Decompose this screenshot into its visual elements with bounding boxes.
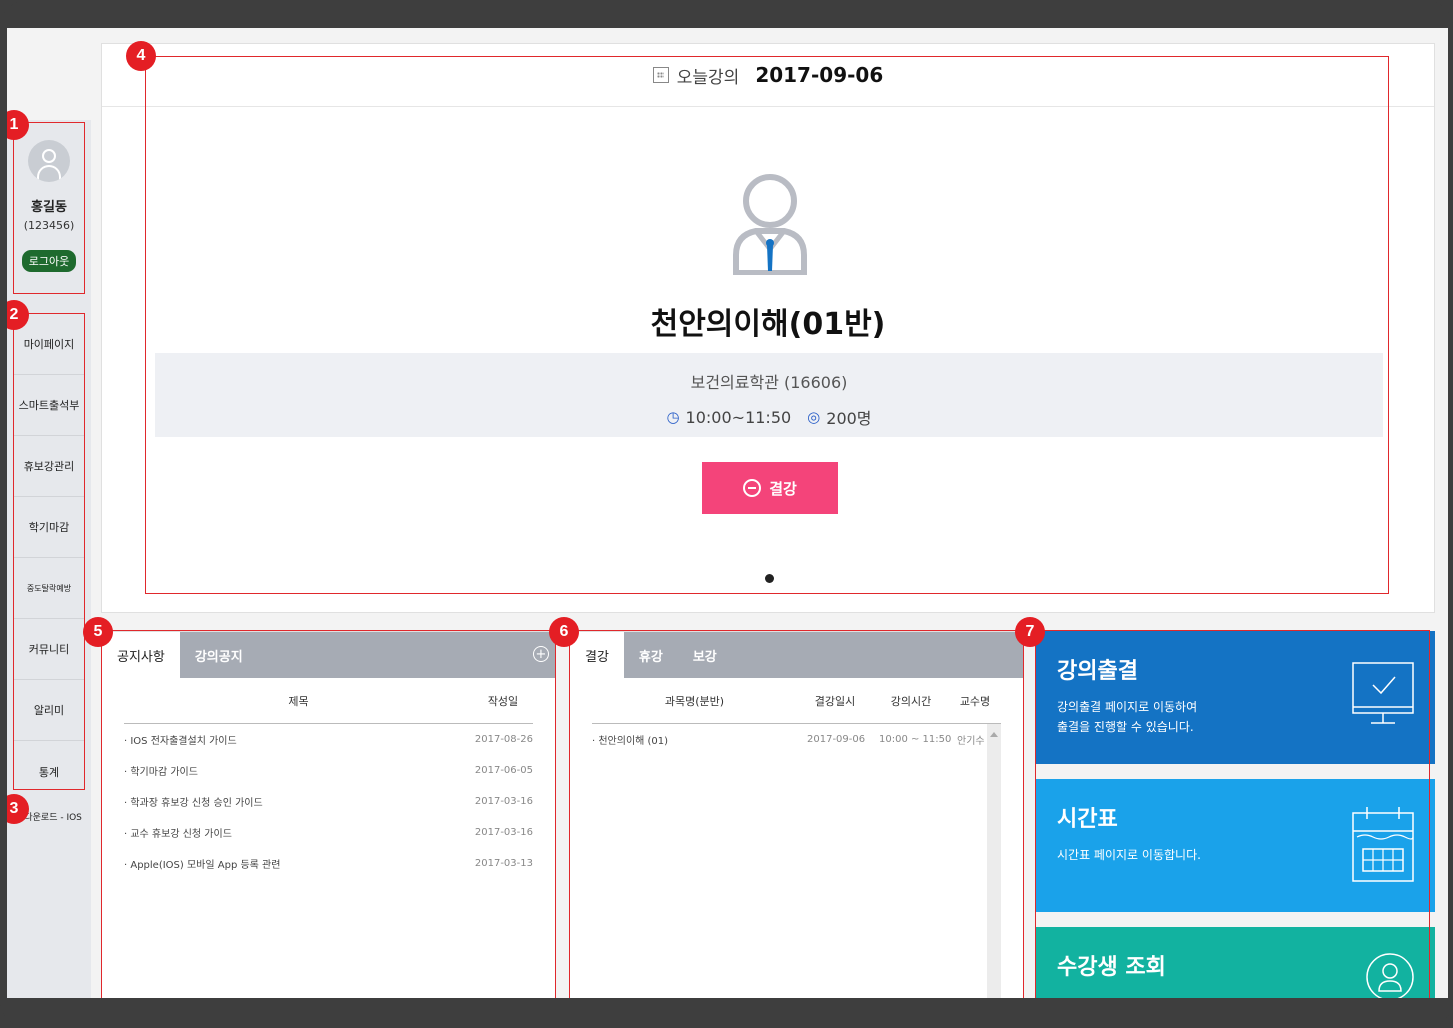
notice-tabbar: 공지사항 강의공지 + bbox=[102, 632, 555, 678]
user-id: (123456) bbox=[23, 219, 75, 232]
notice-table-header: 제목 작성일 bbox=[124, 678, 533, 724]
avatar-icon bbox=[28, 140, 70, 182]
tile-timetable[interactable]: 시간표 시간표 페이지로 이동합니다. bbox=[1035, 779, 1435, 912]
table-row[interactable]: · 교수 휴보강 신청 가이드 2017-03-16 bbox=[124, 817, 533, 848]
cancel-class-label: 결강 bbox=[769, 479, 797, 498]
today-lecture-header: 오늘강의 2017-09-06 bbox=[102, 44, 1434, 107]
course-department: 보건의료학관 (16606) bbox=[690, 373, 848, 392]
annotation-badge-6: 6 bbox=[549, 617, 579, 647]
absence-scrollbar[interactable] bbox=[987, 724, 1001, 998]
today-lecture-date: 2017-09-06 bbox=[755, 63, 884, 87]
calendar-icon bbox=[1352, 807, 1414, 882]
notice-panel: 공지사항 강의공지 + 제목 작성일 · IOS 전자출결설치 가이드 2017… bbox=[101, 631, 556, 998]
tab-absence[interactable]: 결강 bbox=[570, 632, 624, 678]
table-row[interactable]: · IOS 전자출결설치 가이드 2017-08-26 bbox=[124, 724, 533, 755]
sidebar-item-class-cancel[interactable]: 휴보강관리 bbox=[13, 436, 85, 497]
column-course: 과목명(분반) bbox=[664, 694, 725, 708]
today-lecture-label: 오늘강의 bbox=[676, 67, 740, 88]
sidebar: 홍길동 (123456) 로그아웃 마이페이지 스마트출석부 휴보강관리 학기마… bbox=[7, 120, 91, 998]
carousel-dot[interactable] bbox=[765, 574, 774, 583]
sidebar-item-smart-attendance[interactable]: 스마트출석부 bbox=[13, 375, 85, 436]
absence-tabbar: 결강 휴강 보강 bbox=[570, 632, 1023, 678]
plus-circle-icon[interactable]: + bbox=[533, 646, 549, 662]
column-lecture-time: 강의시간 bbox=[890, 694, 932, 708]
today-lecture-panel: 오늘강의 2017-09-06 천안의이해(01반) 보건의료학관 (16606… bbox=[101, 43, 1435, 613]
app-window: 홍길동 (123456) 로그아웃 마이페이지 스마트출석부 휴보강관리 학기마… bbox=[7, 28, 1448, 998]
annotation-badge-5: 5 bbox=[83, 617, 113, 647]
tile-title: 수강생 조회 bbox=[1057, 955, 1166, 980]
column-professor: 교수명 bbox=[959, 694, 991, 708]
tab-holiday[interactable]: 휴강 bbox=[624, 632, 678, 678]
course-title: 천안의이해(01반) bbox=[650, 307, 886, 342]
sidebar-item-dropout-prevention[interactable]: 중도탈락예방 bbox=[13, 558, 85, 619]
course-meta: ◷ 10:00~11:50 ◎ 200명 bbox=[155, 405, 1383, 429]
tab-notice[interactable]: 공지사항 bbox=[102, 632, 180, 678]
annotation-badge-7: 7 bbox=[1015, 617, 1045, 647]
window-frame-top bbox=[0, 0, 1453, 28]
user-circle-icon bbox=[1366, 953, 1414, 998]
tile-students[interactable]: 수강생 조회 bbox=[1035, 927, 1435, 998]
window-frame-bottom bbox=[0, 998, 1453, 1028]
table-row[interactable]: · Apple(IOS) 모바일 App 등록 관련 2017-03-13 bbox=[124, 848, 533, 879]
quick-tiles: 강의출결 강의출결 페이지로 이동하여 출결을 진행할 수 있습니다. 시간표 … bbox=[1035, 631, 1435, 998]
absence-table-header: 과목명(분반) 결강일시 강의시간 교수명 bbox=[592, 678, 1001, 724]
logout-button[interactable]: 로그아웃 bbox=[21, 250, 77, 272]
column-date: 작성일 bbox=[487, 694, 519, 708]
course-time: 10:00~11:50 bbox=[685, 407, 792, 427]
course-students: 200명 bbox=[826, 409, 872, 428]
table-row[interactable]: · 학과장 휴보강 신청 승인 가이드 2017-03-16 bbox=[124, 786, 533, 817]
tab-lecture-notice[interactable]: 강의공지 bbox=[180, 632, 258, 678]
course-info: 보건의료학관 (16606) ◷ 10:00~11:50 ◎ 200명 bbox=[155, 353, 1383, 437]
tile-attendance[interactable]: 강의출결 강의출결 페이지로 이동하여 출결을 진행할 수 있습니다. bbox=[1035, 631, 1435, 764]
column-absence-date: 결강일시 bbox=[814, 694, 856, 708]
monitor-check-icon bbox=[1352, 662, 1414, 724]
cancel-class-button[interactable]: 결강 bbox=[702, 462, 838, 514]
profile-card: 홍길동 (123456) 로그아웃 bbox=[13, 124, 85, 294]
table-row[interactable]: · 학기마감 가이드 2017-06-05 bbox=[124, 755, 533, 786]
sidebar-menu: 마이페이지 스마트출석부 휴보강관리 학기마감 중도탈락예방 커뮤니티 알리미 … bbox=[13, 314, 85, 802]
annotation-badge-4: 4 bbox=[126, 41, 156, 71]
column-title: 제목 bbox=[288, 694, 309, 708]
sidebar-item-semester-close[interactable]: 학기마감 bbox=[13, 497, 85, 558]
user-name: 홍길동 bbox=[31, 200, 67, 215]
clock-icon: ◷ bbox=[666, 408, 680, 426]
calendar-icon bbox=[652, 67, 669, 83]
minus-circle-icon bbox=[743, 479, 762, 497]
sidebar-item-statistics[interactable]: 통계 bbox=[13, 741, 85, 802]
sidebar-item-community[interactable]: 커뮤니티 bbox=[13, 619, 85, 680]
sidebar-item-notifier[interactable]: 알리미 bbox=[13, 680, 85, 741]
user-icon: ◎ bbox=[807, 408, 821, 426]
tab-makeup[interactable]: 보강 bbox=[678, 632, 732, 678]
professor-icon bbox=[733, 174, 807, 275]
table-row[interactable]: · 천안의이해 (01) 2017-09-06 10:00 ~ 11:50 안기… bbox=[592, 724, 987, 755]
absence-panel: 결강 휴강 보강 과목명(분반) 결강일시 강의시간 교수명 · 천안의이해 (… bbox=[569, 631, 1024, 998]
